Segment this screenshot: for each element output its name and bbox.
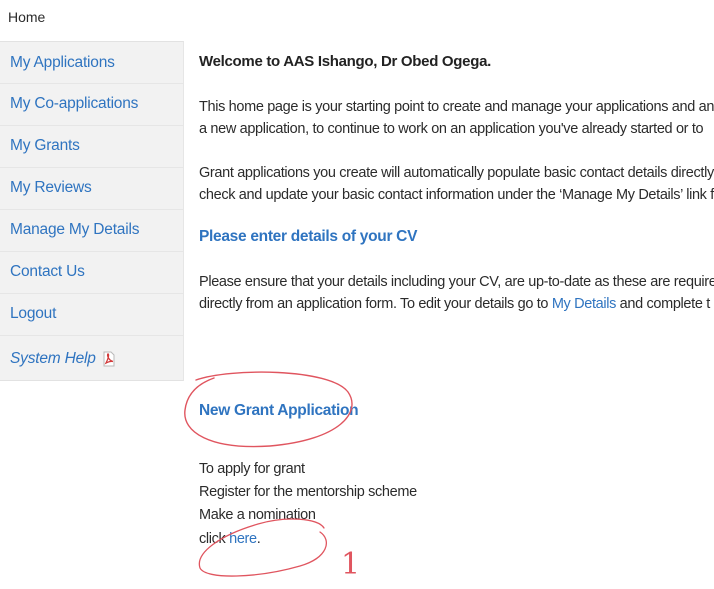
contact-paragraph-line: check and update your basic contact info… [199,187,714,203]
nav-divider [0,251,183,252]
sidebar-item-my-grants[interactable]: My Grants [10,137,80,155]
sidebar-item-my-reviews[interactable]: My Reviews [10,179,92,197]
sidebar-item-manage-my-details[interactable]: Manage My Details [10,221,139,239]
page: Home My Applications My Co-applications … [0,0,714,589]
sidebar-item-my-applications[interactable]: My Applications [10,54,115,72]
welcome-heading: Welcome to AAS Ishango, Dr Obed Ogega. [199,53,491,70]
nav-divider [0,209,183,210]
cv-paragraph-text: and complete t [616,296,711,312]
period-text: . [256,531,261,547]
pdf-icon [103,351,115,367]
nav-divider [0,167,183,168]
list-line-mentorship: Register for the mentorship scheme [199,484,417,500]
nav-divider [0,83,183,84]
new-grant-application-link[interactable]: New Grant Application [199,402,359,420]
cv-paragraph-text: directly from an application form. To ed… [199,296,552,312]
here-link[interactable]: here [229,531,257,547]
breadcrumb: Home [8,9,46,25]
cv-details-link[interactable]: Please enter details of your CV [199,228,417,246]
sidebar-item-contact-us[interactable]: Contact Us [10,263,85,281]
nav-divider [0,293,183,294]
contact-paragraph-line: Grant applications you create will autom… [199,165,714,181]
cv-paragraph-line: directly from an application form. To ed… [199,293,710,315]
intro-paragraph-line: a new application, to continue to work o… [199,121,704,137]
my-details-link[interactable]: My Details [552,296,617,312]
system-help-link[interactable]: System Help [10,350,116,368]
nav-divider [0,125,183,126]
cv-paragraph-line: Please ensure that your details includin… [199,274,714,290]
system-help-label: System Help [10,350,96,367]
list-line-apply: To apply for grant [199,461,305,477]
click-text: click [199,531,230,547]
sidebar-item-my-co-applications[interactable]: My Co-applications [10,95,138,113]
list-line-nomination: Make a nomination [199,507,316,523]
nav-divider [0,335,183,336]
sidebar-item-logout[interactable]: Logout [10,305,56,323]
main-content: Welcome to AAS Ishango, Dr Obed Ogega. T… [199,0,714,589]
list-line-click-here: click here. [199,531,261,547]
intro-paragraph-line: This home page is your starting point to… [199,99,714,115]
sidebar-nav: My Applications My Co-applications My Gr… [0,41,184,381]
